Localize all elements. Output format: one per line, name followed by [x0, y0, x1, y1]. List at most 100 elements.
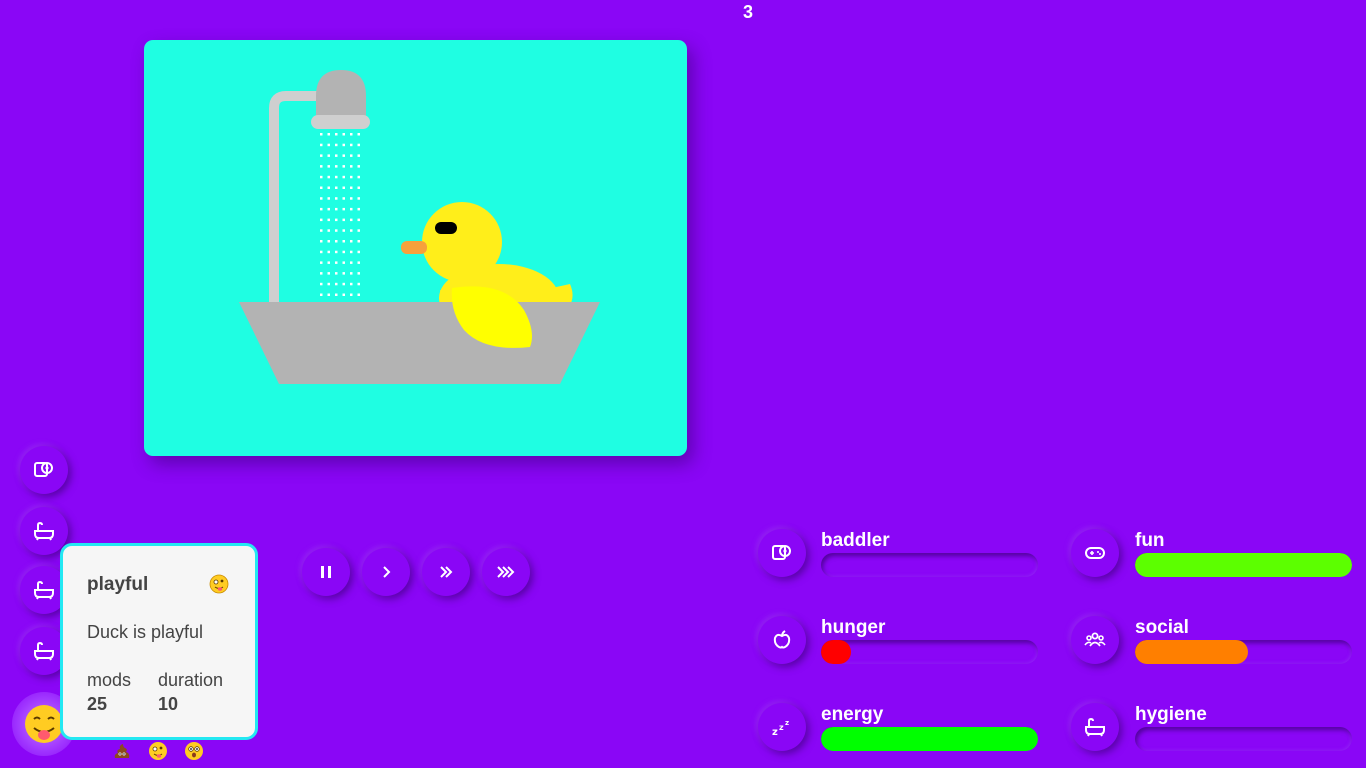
water-drop: [350, 165, 353, 168]
play-speed-3-icon: [497, 566, 515, 578]
stat-label-social: social: [1135, 617, 1189, 638]
stat-button-baddler[interactable]: [758, 529, 806, 577]
stat-button-hunger[interactable]: [758, 616, 806, 664]
duration-value: 10: [158, 694, 179, 714]
water-drop: [327, 154, 330, 157]
shower-nozzle: [311, 115, 370, 129]
water-drop: [357, 133, 360, 136]
water-drop: [327, 133, 330, 136]
water-drop: [320, 229, 323, 232]
water-drop: [335, 272, 338, 275]
water-drop: [357, 272, 360, 275]
svg-text:z: z: [785, 719, 789, 727]
water-drop: [335, 261, 338, 264]
water-drop: [335, 229, 338, 232]
water-drop: [357, 293, 360, 296]
water-drop: [342, 165, 345, 168]
water-drop: [327, 240, 330, 243]
water-drop: [357, 218, 360, 222]
water-drop: [342, 186, 345, 189]
water-drop: [327, 186, 330, 189]
water-drop: [350, 143, 353, 147]
water-drop: [342, 207, 345, 211]
pause-button[interactable]: [302, 548, 350, 596]
water-drop: [320, 282, 323, 286]
water-drop: [320, 293, 323, 296]
water-drop: [320, 165, 323, 168]
stat-button-energy[interactable]: z z z: [758, 703, 806, 751]
speed-2-button[interactable]: [422, 548, 470, 596]
water-drop: [327, 272, 330, 275]
water-drop: [335, 143, 338, 147]
water-drop: [350, 207, 353, 211]
water-drop: [335, 207, 338, 211]
water-drop: [335, 165, 338, 168]
stat-label-fun: fun: [1135, 530, 1165, 551]
sleep-zzz-icon: z z z: [772, 719, 789, 738]
sidebar-button-toilet[interactable]: [20, 446, 68, 494]
stat-fill-fun: [1135, 553, 1352, 577]
water-drop: [357, 154, 360, 157]
water-drop: [350, 229, 353, 232]
stat-bar-hygiene: [1135, 727, 1352, 751]
svg-text:z: z: [779, 723, 784, 732]
toilet-paper-icon: [34, 462, 53, 477]
water-drop: [335, 218, 338, 222]
water-drop: [350, 218, 353, 222]
duck-beak: [401, 241, 427, 254]
water-drop: [327, 165, 330, 168]
water-drop: [327, 143, 330, 147]
water-drop: [335, 282, 338, 286]
bathtub: [239, 302, 600, 384]
water-drop: [335, 175, 338, 179]
status-description: Duck is playful: [87, 622, 204, 642]
water-drop: [350, 282, 353, 286]
stat-label-hunger: hunger: [821, 617, 886, 638]
svg-text:z: z: [772, 727, 778, 738]
water-drop: [342, 143, 345, 147]
water-drop: [335, 240, 338, 243]
scene-illustration: [239, 70, 600, 384]
water-drop: [320, 186, 323, 189]
water-drop: [327, 207, 330, 211]
mods-value: 25: [87, 694, 108, 714]
water-drop: [342, 240, 345, 243]
water-drop: [342, 218, 345, 222]
water-drop: [327, 218, 330, 222]
water-drop: [357, 197, 360, 200]
stat-button-fun[interactable]: [1071, 529, 1119, 577]
water-drop: [327, 250, 330, 254]
water-drop: [342, 175, 345, 179]
water-drop: [335, 250, 338, 254]
water-drop: [320, 240, 323, 243]
duck-eye: [435, 222, 457, 234]
water-drop: [357, 175, 360, 179]
stat-bar-social: [1135, 640, 1352, 664]
stat-button-hygiene[interactable]: [1071, 703, 1119, 751]
water-drop: [335, 133, 338, 136]
stat-fill-hunger: [821, 640, 852, 664]
water-drop: [350, 175, 353, 179]
water-drop: [320, 197, 323, 200]
shower-water: [320, 133, 360, 296]
speed-1-button[interactable]: [362, 548, 410, 596]
stat-fill-social: [1135, 640, 1248, 664]
water-drop: [357, 229, 360, 232]
step-counter: 3: [742, 2, 753, 22]
water-drop: [335, 293, 338, 296]
stat-button-social[interactable]: [1071, 616, 1119, 664]
water-drop: [342, 133, 345, 136]
speed-3-button[interactable]: [482, 548, 530, 596]
water-drop: [327, 197, 330, 200]
mods-label: mods: [87, 670, 132, 690]
play-speed-1-icon: [383, 566, 391, 578]
water-drop: [350, 197, 353, 200]
stat-bar-baddler: [821, 553, 1038, 577]
water-drop: [350, 261, 353, 264]
water-drop: [342, 229, 345, 232]
stat-label-energy: energy: [821, 704, 884, 725]
stat-label-baddler: baddler: [821, 530, 890, 551]
water-drop: [350, 186, 353, 189]
water-drop: [350, 272, 353, 275]
water-drop: [342, 272, 345, 275]
